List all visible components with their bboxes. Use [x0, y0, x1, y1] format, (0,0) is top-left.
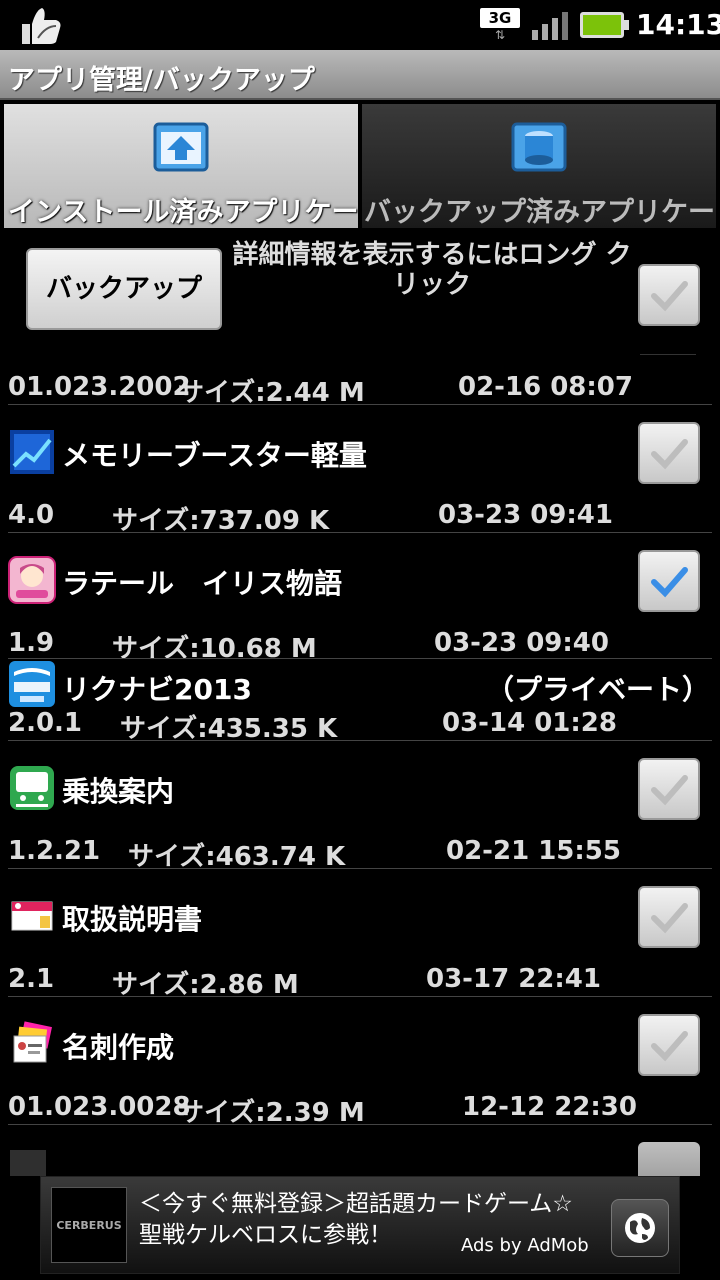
- divider: [640, 354, 696, 355]
- business-card-icon: [13, 1021, 52, 1063]
- app-date: 02-21 15:55: [446, 836, 621, 866]
- app-checkbox[interactable]: [638, 886, 700, 948]
- ad-banner[interactable]: CERBERUS ＜今すぐ無料登録＞超話題カードゲーム☆聖戦ケルベロスに参戦！ …: [40, 1176, 680, 1274]
- app-date: 03-17 22:41: [426, 964, 601, 994]
- divider: [8, 404, 712, 405]
- app-size: サイズ:10.68 M: [112, 634, 317, 664]
- checkmark-icon: [651, 281, 688, 312]
- app-name[interactable]: リクナビ2013: [62, 668, 252, 708]
- private-label: （プライベート）: [485, 673, 710, 706]
- tab-installed-apps[interactable]: インストール済みアプリケー: [4, 104, 358, 228]
- divider: [8, 532, 712, 533]
- battery-icon: [580, 12, 629, 38]
- app-name[interactable]: 取扱説明書: [62, 898, 202, 938]
- checkmark-icon: [651, 439, 688, 470]
- app-version: 1.2.21: [8, 836, 101, 866]
- divider: [8, 868, 712, 869]
- divider: [8, 996, 712, 997]
- app-name[interactable]: 名刺作成: [62, 1026, 174, 1066]
- network-arrows: ⇅: [494, 28, 506, 42]
- app-name[interactable]: メモリーブースター軽量: [62, 434, 367, 474]
- thumbs-up-leaf-icon: [22, 8, 61, 44]
- app-date: 12-12 22:30: [462, 1092, 637, 1122]
- partial-next-row: [10, 1150, 200, 1176]
- ad-logo: CERBERUS: [51, 1187, 127, 1263]
- select-all-checkbox[interactable]: [638, 264, 700, 326]
- manual-icon: [11, 901, 53, 931]
- tab-installed-label: インストール済みアプリケー: [8, 197, 358, 228]
- network-3g-icon: 3G ⇅: [480, 8, 520, 44]
- ad-browser-button[interactable]: [611, 1199, 669, 1257]
- globe-icon: [625, 1213, 655, 1243]
- status-bar: 3G ⇅ 14:13: [0, 0, 720, 50]
- tab-backed-up-label: バックアップ済みアプリケー: [364, 197, 715, 228]
- app-version: 4.0: [8, 500, 55, 530]
- signal-strength-icon: [532, 12, 568, 40]
- divider: [8, 740, 712, 741]
- app-version: 01.023.0028: [8, 1092, 191, 1122]
- app-date: 03-23 09:41: [438, 500, 613, 530]
- app-checkbox[interactable]: [638, 422, 700, 484]
- app-date: 02-16 08:07: [458, 372, 633, 402]
- install-app-icon: [153, 122, 209, 172]
- anime-character-icon: [8, 556, 56, 604]
- checkmark-icon: [651, 903, 688, 934]
- network-label: 3G: [480, 8, 520, 28]
- app-name[interactable]: 乗換案内: [62, 770, 174, 810]
- title-bar: アプリ管理/バックアップ: [0, 50, 720, 100]
- train-icon: [10, 766, 54, 810]
- checkmark-icon: [651, 775, 688, 806]
- app-checkbox[interactable]: [638, 1014, 700, 1076]
- checkmark-icon: [651, 1031, 688, 1062]
- app-version: 01.023.2002: [8, 372, 191, 402]
- partial-checkbox: [638, 1142, 700, 1176]
- divider: [8, 1124, 712, 1125]
- tab-backed-up-apps[interactable]: バックアップ済みアプリケー: [362, 104, 716, 228]
- tab-bar: インストール済みアプリケー バックアップ済みアプリケー: [0, 100, 720, 228]
- app-date: 03-23 09:40: [434, 628, 609, 658]
- app-date: 03-14 01:28: [442, 708, 617, 738]
- long-click-hint: 詳細情報を表示するにはロング クリック: [232, 240, 632, 300]
- divider: [8, 658, 712, 659]
- ad-attribution: Ads by AdMob: [461, 1235, 589, 1256]
- app-checkbox[interactable]: [638, 758, 700, 820]
- checkmark-icon: [651, 567, 688, 598]
- backup-database-icon: [511, 122, 567, 172]
- app-version: 2.0.1: [8, 708, 83, 738]
- clock: 14:13: [636, 8, 720, 41]
- rikunabi-icon: [9, 661, 55, 707]
- app-version: 1.9: [8, 628, 55, 658]
- app-name[interactable]: ラテール イリス物語: [62, 562, 342, 602]
- chart-trend-icon: [10, 430, 54, 474]
- app-version: 2.1: [8, 964, 55, 994]
- page-title: アプリ管理/バックアップ: [8, 65, 315, 96]
- app-checkbox[interactable]: [638, 550, 700, 612]
- backup-button[interactable]: バックアップ: [26, 248, 222, 330]
